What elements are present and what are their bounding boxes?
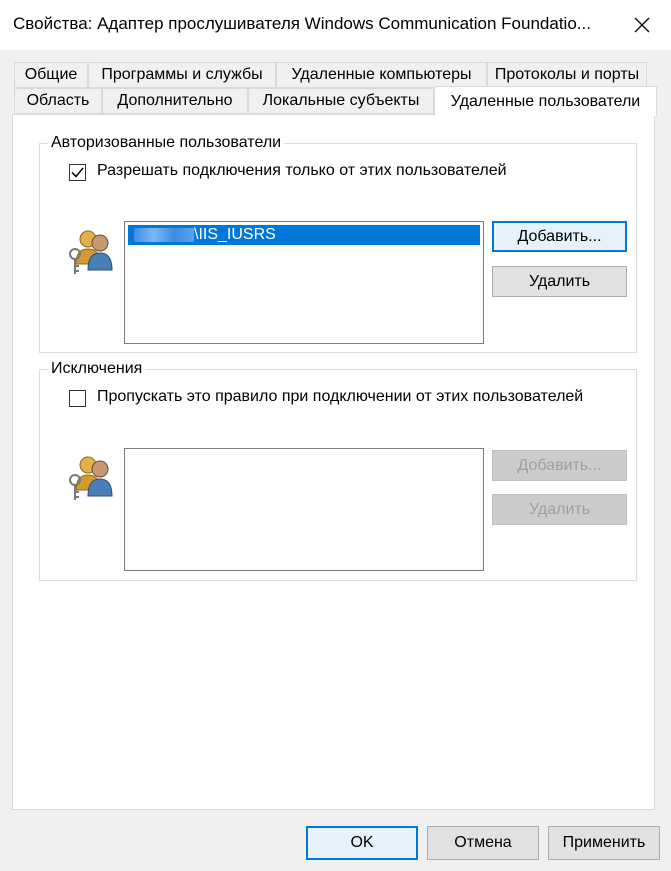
users-key-icon (69, 456, 113, 500)
exceptions-group: Исключения Пропускать это правило при по… (39, 360, 637, 581)
tab-local-principals[interactable]: Локальные субъекты (248, 88, 434, 114)
window-title: Свойства: Адаптер прослушивателя Windows… (13, 14, 591, 33)
authorized-only-label[interactable]: Разрешать подключения только от этих пол… (97, 162, 507, 180)
tab-advanced[interactable]: Дополнительно (102, 88, 248, 114)
remove-exception-user-button[interactable]: Удалить (492, 494, 627, 525)
skip-rule-checkbox[interactable] (69, 390, 86, 407)
authorized-users-legend: Авторизованные пользователи (48, 134, 285, 152)
title-bar: Свойства: Адаптер прослушивателя Windows… (0, 0, 671, 50)
add-authorized-user-button[interactable]: Добавить... (492, 221, 627, 252)
skip-rule-label[interactable]: Пропускать это правило при подключении о… (97, 388, 583, 406)
authorized-users-list[interactable]: \IIS_IUSRS (124, 221, 484, 344)
exceptions-legend: Исключения (48, 360, 146, 378)
tab-remote-computers[interactable]: Удаленные компьютеры (276, 62, 487, 88)
authorized-users-group: Авторизованные пользователи Разрешать по… (39, 134, 637, 353)
close-button[interactable] (613, 0, 671, 50)
list-item[interactable]: \IIS_IUSRS (128, 225, 480, 245)
authorized-only-checkbox[interactable] (69, 164, 86, 181)
tab-scope[interactable]: Область (14, 88, 102, 114)
exceptions-users-list[interactable] (124, 448, 484, 571)
cancel-button[interactable]: Отмена (427, 826, 539, 860)
add-exception-user-button[interactable]: Добавить... (492, 450, 627, 481)
remove-authorized-user-button[interactable]: Удалить (492, 266, 627, 297)
tab-panel: Авторизованные пользователи Разрешать по… (12, 114, 655, 810)
apply-button[interactable]: Применить (548, 826, 660, 860)
checkmark-icon (71, 167, 84, 178)
tab-protocols-ports[interactable]: Протоколы и порты (487, 62, 647, 88)
list-item-label: \IIS_IUSRS (194, 226, 276, 243)
tab-general[interactable]: Общие (14, 62, 88, 88)
tab-remote-users[interactable]: Удаленные пользователи (434, 86, 657, 116)
ok-button[interactable]: OK (306, 826, 418, 860)
redacted-domain (134, 228, 194, 242)
close-icon (634, 17, 650, 33)
users-key-icon (69, 230, 113, 274)
tab-programs-services[interactable]: Программы и службы (88, 62, 276, 88)
